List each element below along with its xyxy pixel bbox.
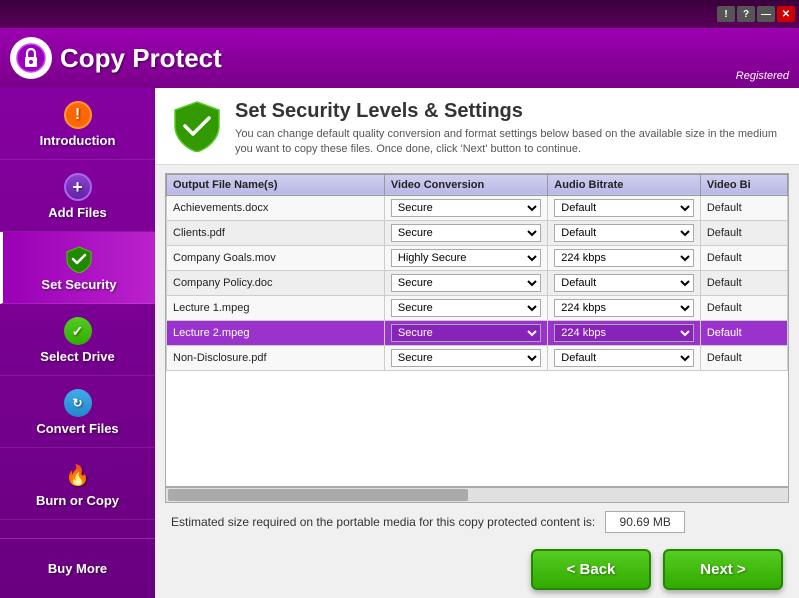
cell-audio: Default224 kbps128 kbps320 kbps <box>548 320 701 345</box>
app-title: Copy Protect <box>60 43 222 74</box>
col-filename: Output File Name(s) <box>167 174 385 195</box>
check-circle-icon: ✓ <box>62 315 94 347</box>
table-row: Achievements.docx SecureHighly SecureStan… <box>167 195 788 220</box>
table-row: Lecture 2.mpeg SecureHighly SecureStandar… <box>167 320 788 345</box>
video-select[interactable]: SecureHighly SecureStandard <box>391 249 541 267</box>
video-select[interactable]: SecureHighly SecureStandard <box>391 199 541 217</box>
cell-filename: Lecture 2.mpeg <box>167 320 385 345</box>
back-button[interactable]: < Back <box>531 549 651 590</box>
cell-video-bitrate: Default <box>700 320 787 345</box>
video-select[interactable]: SecureHighly SecureStandard <box>391 349 541 367</box>
plus-icon: + <box>62 171 94 203</box>
page-title: Set Security Levels & Settings <box>235 100 783 123</box>
cell-video: SecureHighly SecureStandard <box>384 345 547 370</box>
sidebar-item-burn-or-copy[interactable]: 🔥 Burn or Copy <box>0 448 155 520</box>
page-description: You can change default quality conversio… <box>235 127 783 158</box>
col-audio: Audio Bitrate <box>548 174 701 195</box>
registered-badge: Registered <box>736 70 789 82</box>
cell-filename: Achievements.docx <box>167 195 385 220</box>
table-row: Lecture 1.mpeg SecureHighly SecureStandar… <box>167 295 788 320</box>
sidebar-item-convert-files[interactable]: ↻ Convert Files <box>0 376 155 448</box>
cell-audio: Default224 kbps128 kbps320 kbps <box>548 270 701 295</box>
logo-icon <box>10 37 52 79</box>
sidebar-item-buy-more[interactable]: Buy More <box>0 538 155 598</box>
files-table: Output File Name(s) Video Conversion Aud… <box>166 174 788 371</box>
audio-select[interactable]: Default224 kbps128 kbps320 kbps <box>554 349 694 367</box>
table-row: Non-Disclosure.pdf SecureHighly SecureSta… <box>167 345 788 370</box>
table-row: Company Policy.doc SecureHighly SecureSta… <box>167 270 788 295</box>
cell-video: SecureHighly SecureStandard <box>384 220 547 245</box>
cell-filename: Company Policy.doc <box>167 270 385 295</box>
main-layout: ! Introduction + Add Files Set Security … <box>0 88 799 598</box>
files-table-container[interactable]: Output File Name(s) Video Conversion Aud… <box>165 173 789 487</box>
cell-video: SecureHighly SecureStandard <box>384 320 547 345</box>
audio-select[interactable]: Default224 kbps128 kbps320 kbps <box>554 249 694 267</box>
convert-icon: ↻ <box>62 387 94 419</box>
audio-select[interactable]: Default224 kbps128 kbps320 kbps <box>554 324 694 342</box>
cell-video: SecureHighly SecureStandard <box>384 295 547 320</box>
cell-video-bitrate: Default <box>700 220 787 245</box>
content-header-text: Set Security Levels & Settings You can c… <box>235 100 783 158</box>
scrollbar-thumb <box>168 489 468 501</box>
col-videobitrate: Video Bi <box>700 174 787 195</box>
cell-video: SecureHighly SecureStandard <box>384 270 547 295</box>
video-select[interactable]: SecureHighly SecureStandard <box>391 324 541 342</box>
cell-video-bitrate: Default <box>700 195 787 220</box>
horizontal-scrollbar[interactable] <box>165 487 789 503</box>
cell-video-bitrate: Default <box>700 295 787 320</box>
app-header: Copy Protect Registered <box>0 28 799 88</box>
sidebar-item-select-drive[interactable]: ✓ Select Drive <box>0 304 155 376</box>
info-button[interactable]: ! <box>717 6 735 22</box>
cell-audio: Default224 kbps128 kbps320 kbps <box>548 295 701 320</box>
cell-filename: Company Goals.mov <box>167 245 385 270</box>
sidebar: ! Introduction + Add Files Set Security … <box>0 88 155 598</box>
sidebar-item-add-files[interactable]: + Add Files <box>0 160 155 232</box>
audio-select[interactable]: Default224 kbps128 kbps320 kbps <box>554 224 694 242</box>
fire-icon: 🔥 <box>62 459 94 491</box>
lock-icon <box>16 43 46 73</box>
cell-video-bitrate: Default <box>700 345 787 370</box>
cell-audio: Default224 kbps128 kbps320 kbps <box>548 220 701 245</box>
minimize-button[interactable]: — <box>757 6 775 22</box>
cell-audio: Default224 kbps128 kbps320 kbps <box>548 245 701 270</box>
audio-select[interactable]: Default224 kbps128 kbps320 kbps <box>554 199 694 217</box>
audio-select[interactable]: Default224 kbps128 kbps320 kbps <box>554 274 694 292</box>
size-label: Estimated size required on the portable … <box>171 515 595 529</box>
video-select[interactable]: SecureHighly SecureStandard <box>391 224 541 242</box>
warning-icon: ! <box>62 99 94 131</box>
cell-video: SecureHighly SecureStandard <box>384 245 547 270</box>
content-area: Set Security Levels & Settings You can c… <box>155 88 799 598</box>
title-bar: ! ? — ✕ <box>0 0 799 28</box>
audio-select[interactable]: Default224 kbps128 kbps320 kbps <box>554 299 694 317</box>
table-row: Company Goals.mov SecureHighly SecureStan… <box>167 245 788 270</box>
sidebar-item-introduction[interactable]: ! Introduction <box>0 88 155 160</box>
cell-audio: Default224 kbps128 kbps320 kbps <box>548 195 701 220</box>
nav-buttons: < Back Next > <box>155 541 799 598</box>
size-value: 90.69 MB <box>605 511 685 533</box>
cell-filename: Clients.pdf <box>167 220 385 245</box>
video-select[interactable]: SecureHighly SecureStandard <box>391 274 541 292</box>
cell-video-bitrate: Default <box>700 270 787 295</box>
cell-filename: Lecture 1.mpeg <box>167 295 385 320</box>
video-select[interactable]: SecureHighly SecureStandard <box>391 299 541 317</box>
close-button[interactable]: ✕ <box>777 6 795 22</box>
cell-audio: Default224 kbps128 kbps320 kbps <box>548 345 701 370</box>
app-logo: Copy Protect <box>10 37 222 79</box>
next-button[interactable]: Next > <box>663 549 783 590</box>
shield-icon <box>63 243 95 275</box>
cell-filename: Non-Disclosure.pdf <box>167 345 385 370</box>
help-button[interactable]: ? <box>737 6 755 22</box>
sidebar-item-set-security[interactable]: Set Security <box>0 232 155 304</box>
cell-video-bitrate: Default <box>700 245 787 270</box>
col-video: Video Conversion <box>384 174 547 195</box>
content-header: Set Security Levels & Settings You can c… <box>155 88 799 165</box>
size-row: Estimated size required on the portable … <box>155 503 799 541</box>
table-row: Clients.pdf SecureHighly SecureStandard De… <box>167 220 788 245</box>
cell-video: SecureHighly SecureStandard <box>384 195 547 220</box>
header-shield-icon <box>171 100 223 152</box>
